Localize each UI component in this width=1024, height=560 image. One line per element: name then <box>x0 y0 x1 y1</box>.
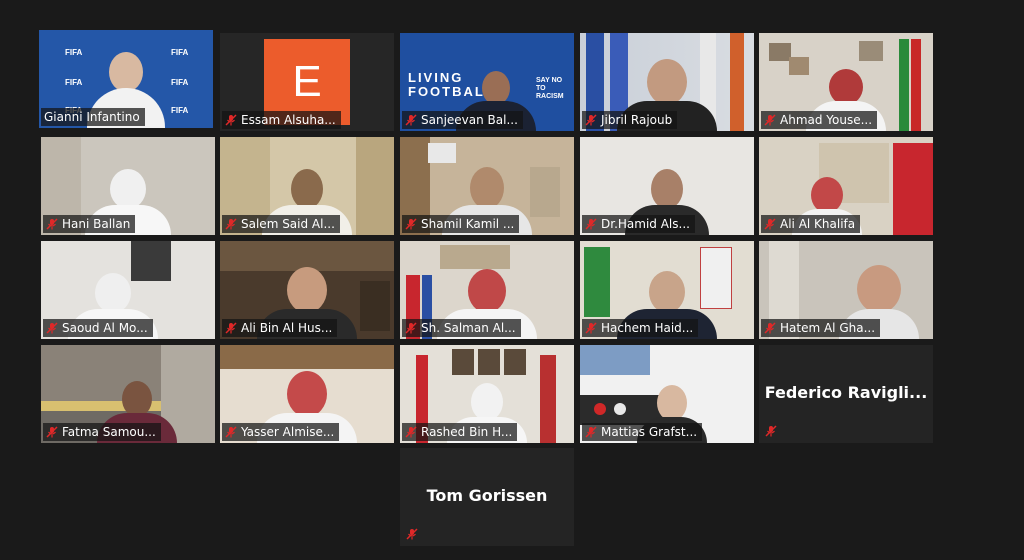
fifa-logo: FIFA <box>65 78 83 87</box>
mic-muted-icon <box>46 322 58 334</box>
mic-muted-icon <box>585 322 597 334</box>
participant-tile-hani[interactable]: Hani Ballan <box>41 137 215 235</box>
participant-name: Yasser Almise... <box>241 425 335 439</box>
participant-name: Saoud Al Mo... <box>62 321 148 335</box>
participant-name-tag: Fatma Samou... <box>43 423 161 441</box>
mic-muted-icon <box>46 218 58 230</box>
participant-tile-ali-khalifa[interactable]: Ali Al Khalifa <box>759 137 933 235</box>
participant-name: Salem Said Al... <box>241 217 335 231</box>
mic-muted-icon <box>765 425 777 437</box>
participant-tile-jibril[interactable]: Jibril Rajoub <box>580 33 754 131</box>
participant-tile-ali-bin-al-hussein[interactable]: Ali Bin Al Hus... <box>220 241 394 339</box>
participant-name-tag: Sanjeevan Bal... <box>402 111 523 129</box>
participant-tile-yasser[interactable]: Yasser Almise... <box>220 345 394 443</box>
mic-muted-icon <box>764 322 776 334</box>
participant-tile-saoud[interactable]: Saoud Al Mo... <box>41 241 215 339</box>
participant-name: Sanjeevan Bal... <box>421 113 518 127</box>
participant-tile-fatma[interactable]: Fatma Samou... <box>41 345 215 443</box>
participant-name: Mattias Grafst... <box>601 425 698 439</box>
mic-muted-icon <box>225 322 237 334</box>
participant-name: Hani Ballan <box>62 217 131 231</box>
participant-name: Ali Bin Al Hus... <box>241 321 333 335</box>
mic-muted-icon <box>764 114 776 126</box>
participant-name-tag: Mattias Grafst... <box>582 423 703 441</box>
participant-name-display: Tom Gorissen <box>426 486 548 505</box>
mic-muted-icon <box>405 114 417 126</box>
participant-tile-hamid[interactable]: Dr.Hamid Als... <box>580 137 754 235</box>
participant-tile-hatem[interactable]: Hatem Al Gha... <box>759 241 933 339</box>
participant-name-tag: Shamil Kamil ... <box>402 215 520 233</box>
participant-name: Gianni Infantino <box>44 110 140 124</box>
mic-muted-icon <box>46 426 58 438</box>
participant-name-tag: Hatem Al Gha... <box>761 319 881 337</box>
participant-name: Essam Alsuha... <box>241 113 336 127</box>
participant-name: Hatem Al Gha... <box>780 321 876 335</box>
participant-name: Ahmad Youse... <box>780 113 873 127</box>
participant-name-tag: Dr.Hamid Als... <box>582 215 695 233</box>
fifa-logo: FIFA <box>171 78 189 87</box>
fifa-logo: FIFA <box>171 48 189 57</box>
participant-name-tag: Rashed Bin H... <box>402 423 518 441</box>
mic-muted-icon <box>585 426 597 438</box>
participant-name-tag: Salem Said Al... <box>222 215 340 233</box>
mic-muted-icon <box>225 114 237 126</box>
mic-muted-icon <box>406 528 418 540</box>
participant-name-tag: Essam Alsuha... <box>222 111 341 129</box>
participant-name-tag: Hani Ballan <box>43 215 136 233</box>
participant-name: Jibril Rajoub <box>601 113 673 127</box>
mic-muted-icon <box>585 218 597 230</box>
participant-tile-salman[interactable]: Sh. Salman Al... <box>400 241 574 339</box>
participant-name-tag: Ali Al Khalifa <box>761 215 861 233</box>
mic-muted-icon <box>585 114 597 126</box>
participant-name-tag: Ali Bin Al Hus... <box>222 319 338 337</box>
participant-name: Sh. Salman Al... <box>421 321 516 335</box>
participant-tile-salem[interactable]: Salem Said Al... <box>220 137 394 235</box>
participant-name-tag: Jibril Rajoub <box>582 111 678 129</box>
participant-tile-gianni-infantino[interactable]: FIFA FIFA FIFA FIFA FIFA FIFA Gianni Inf… <box>39 30 213 128</box>
mic-muted-icon <box>405 426 417 438</box>
participant-name: Shamil Kamil ... <box>421 217 515 231</box>
say-no-to-racism: SAY NO TO RACISM <box>536 77 564 100</box>
mic-muted-icon <box>764 218 776 230</box>
participant-tile-essam[interactable]: E Essam Alsuha... <box>220 33 394 131</box>
participant-name: Dr.Hamid Als... <box>601 217 690 231</box>
participant-name: Ali Al Khalifa <box>780 217 856 231</box>
participant-tile-mattias[interactable]: Mattias Grafst... <box>580 345 754 443</box>
mic-muted-icon <box>405 218 417 230</box>
participant-name: Rashed Bin H... <box>421 425 513 439</box>
participant-tile-rashed[interactable]: Rashed Bin H... <box>400 345 574 443</box>
participant-tile-federico[interactable]: Federico Ravigli... <box>759 345 933 443</box>
mic-muted-icon <box>225 218 237 230</box>
mic-muted-icon <box>405 322 417 334</box>
participant-name: Hachem Haid... <box>601 321 694 335</box>
participant-name-tag: Sh. Salman Al... <box>402 319 521 337</box>
participant-tile-hachem[interactable]: Hachem Haid... <box>580 241 754 339</box>
participant-name-tag: Hachem Haid... <box>582 319 699 337</box>
participant-tile-ahmad[interactable]: Ahmad Youse... <box>759 33 933 131</box>
fifa-logo: FIFA <box>65 48 83 57</box>
participant-tile-shamil[interactable]: Shamil Kamil ... <box>400 137 574 235</box>
participant-name-tag: Yasser Almise... <box>222 423 340 441</box>
mic-muted-icon <box>225 426 237 438</box>
participant-name-display: Federico Ravigli... <box>764 383 928 402</box>
fifa-logo: FIFA <box>171 106 189 115</box>
participant-tile-tom[interactable]: Tom Gorissen <box>400 448 574 546</box>
participant-name-tag: Ahmad Youse... <box>761 111 878 129</box>
participant-name-tag: Gianni Infantino <box>41 108 145 126</box>
participant-tile-sanjeevan[interactable]: LIVING FOOTBALL SAY NO TO RACISM Sanjeeva… <box>400 33 574 131</box>
participant-name: Fatma Samou... <box>62 425 156 439</box>
participant-name-tag: Saoud Al Mo... <box>43 319 153 337</box>
